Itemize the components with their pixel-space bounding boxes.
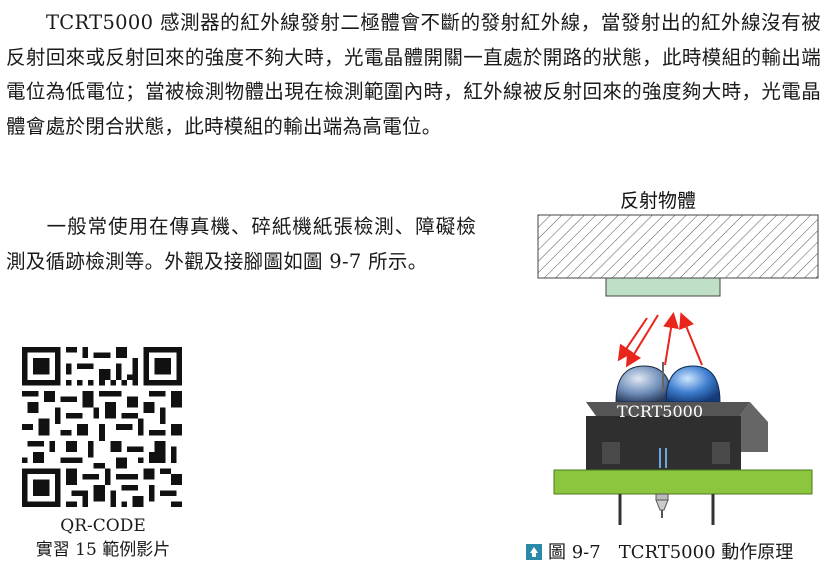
paragraph1-text: TCRT5000 感測器的紅外線發射二極體會不斷的發射紅外線，當發射出的紅外線沒… bbox=[6, 11, 821, 138]
paragraph2-text: 一般常使用在傳真機、碎紙機紙張檢測、障礙檢測及循跡檢測等。外觀及接腳圖如圖 9-… bbox=[6, 215, 476, 273]
infrared-arrows bbox=[617, 312, 703, 368]
sensor-label: TCRT5000 bbox=[617, 402, 703, 421]
figure-marker-icon bbox=[526, 544, 542, 560]
qr-caption-line1: QR-CODE bbox=[60, 516, 146, 536]
paragraph-sensor-principle: TCRT5000 感測器的紅外線發射二極體會不斷的發射紅外線，當發射出的紅外線沒… bbox=[6, 6, 821, 144]
figure-caption: 圖 9-7 TCRT5000 動作原理 bbox=[526, 538, 793, 564]
pcb-board bbox=[553, 469, 813, 495]
center-pin bbox=[655, 493, 669, 518]
object-label: 反射物體 bbox=[620, 190, 696, 212]
tcrt5000-diagram: 反射物體 TCRT5000 bbox=[537, 190, 819, 525]
led-domes bbox=[615, 362, 721, 403]
qr-code-image[interactable] bbox=[22, 347, 182, 507]
qr-caption: QR-CODE 實習 15 範例影片 bbox=[0, 514, 206, 562]
reflecting-object bbox=[537, 214, 819, 297]
qr-caption-line2: 實習 15 範例影片 bbox=[35, 540, 171, 560]
figure-caption-text: 圖 9-7 TCRT5000 動作原理 bbox=[548, 542, 794, 563]
paragraph-applications: 一般常使用在傳真機、碎紙機紙張檢測、障礙檢測及循跡檢測等。外觀及接腳圖如圖 9-… bbox=[6, 210, 476, 279]
